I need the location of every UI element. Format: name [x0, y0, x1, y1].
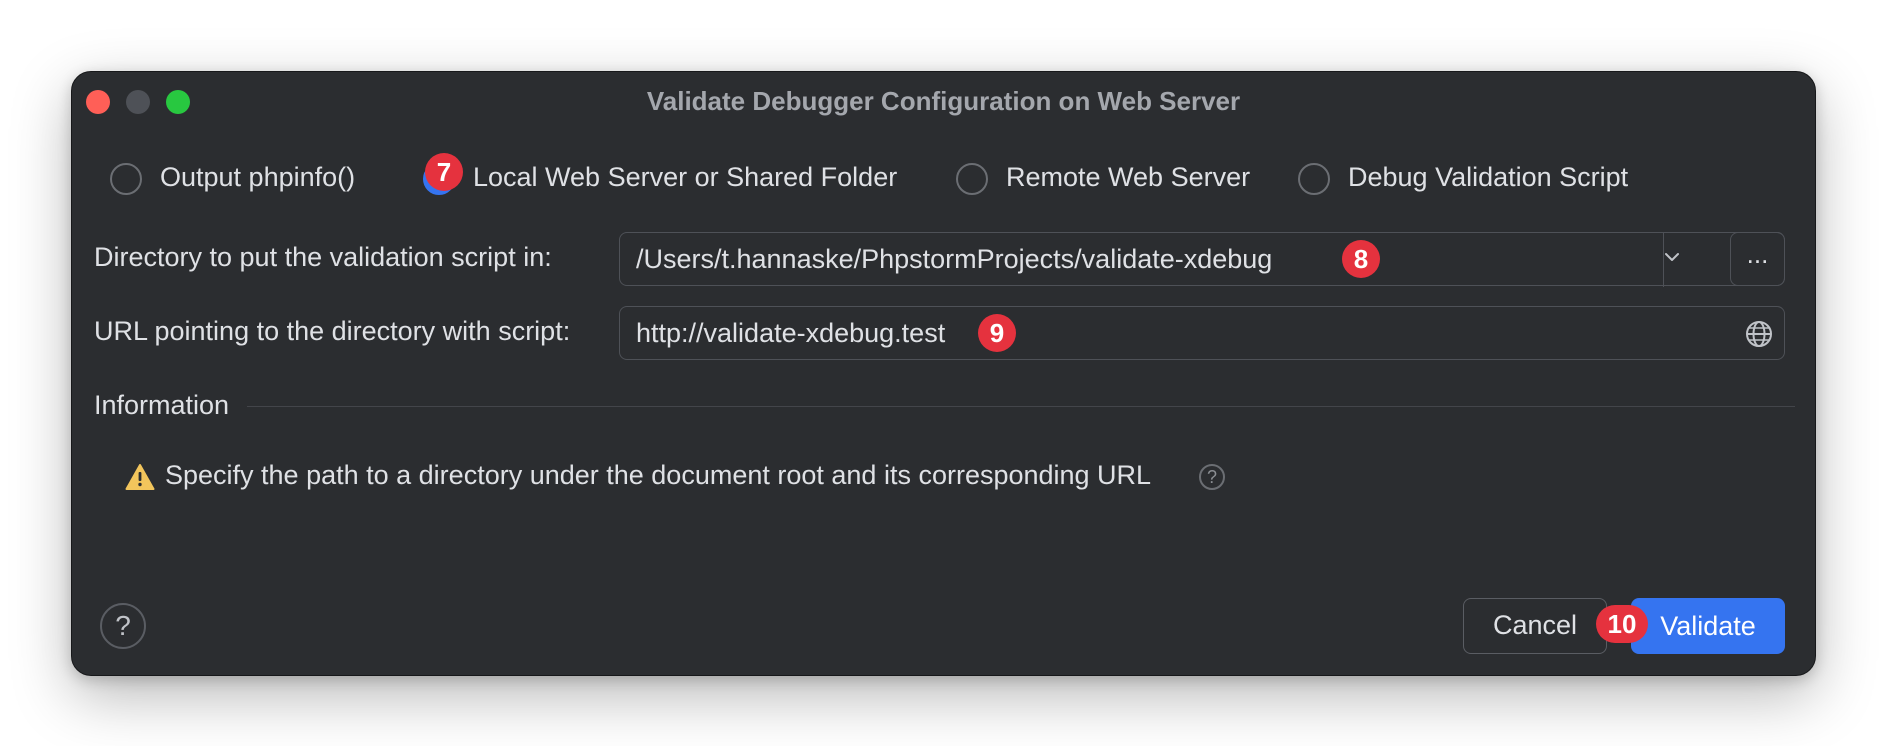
validate-button[interactable]: Validate [1631, 598, 1785, 654]
radio-button[interactable] [956, 163, 988, 195]
step-badge-10: 10 [1596, 605, 1648, 643]
step-badge-9: 9 [978, 314, 1016, 352]
url-value: http://validate-xdebug.test [636, 318, 946, 348]
help-context-icon[interactable]: ? [1199, 464, 1225, 490]
option-label: Remote Web Server [1006, 162, 1251, 192]
option-label: Debug Validation Script [1348, 162, 1629, 192]
globe-icon[interactable] [1744, 319, 1774, 349]
directory-combobox[interactable]: /Users/t.hannaske/PhpstormProjects/valid… [619, 232, 1785, 287]
browse-button[interactable]: ... [1730, 232, 1785, 286]
dialog-window: Validate Debugger Configuration on Web S… [71, 71, 1816, 676]
dialog-title: Validate Debugger Configuration on Web S… [646, 86, 1241, 116]
information-message: Specify the path to a directory under th… [165, 460, 1152, 490]
directory-label: Directory to put the validation script i… [94, 242, 552, 272]
option-label: Local Web Server or Shared Folder [473, 162, 898, 192]
step-badge-7: 7 [425, 153, 463, 191]
url-label: URL pointing to the directory with scrip… [94, 316, 571, 346]
url-input[interactable]: http://validate-xdebug.test [619, 306, 1785, 360]
warning-icon [125, 464, 155, 490]
title-bar: Validate Debugger Configuration on Web S… [72, 72, 1815, 132]
radio-button[interactable] [110, 163, 142, 195]
help-button[interactable]: ? [100, 603, 146, 649]
section-divider [247, 406, 1795, 407]
directory-value: /Users/t.hannaske/PhpstormProjects/valid… [636, 244, 1273, 274]
option-label: Output phpinfo() [160, 162, 356, 192]
cancel-button[interactable]: Cancel [1463, 598, 1607, 654]
chevron-down-icon[interactable] [1662, 247, 1682, 267]
step-badge-8: 8 [1342, 240, 1380, 278]
radio-button[interactable] [1298, 163, 1330, 195]
information-title: Information [94, 390, 230, 420]
